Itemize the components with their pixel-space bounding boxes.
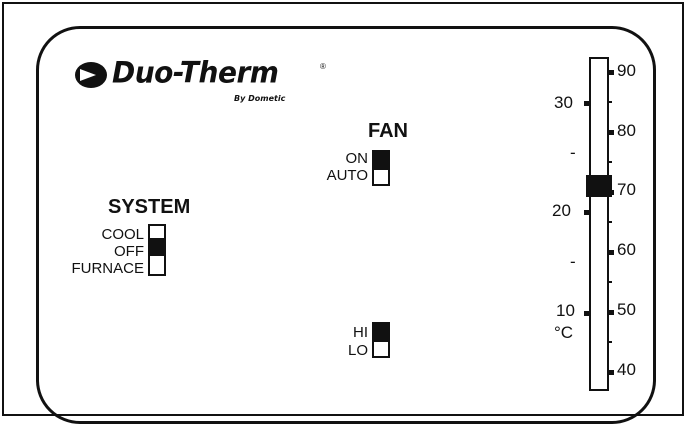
fahrenheit-label-90: 90 <box>617 61 636 80</box>
fahrenheit-tick-55 <box>608 281 612 283</box>
fahrenheit-tick-80 <box>608 130 614 135</box>
fahrenheit-tick-50 <box>608 310 614 315</box>
fahrenheit-tick-65 <box>608 221 612 223</box>
celsius-label-10: 10 <box>556 301 575 320</box>
fahrenheit-label-70: 70 <box>617 180 636 199</box>
celsius-label-dash-upper: - <box>570 143 576 162</box>
fahrenheit-tick-60 <box>608 250 614 255</box>
temperature-set-lever[interactable] <box>586 175 612 197</box>
celsius-unit-label: °C <box>554 323 574 342</box>
temperature-scale <box>584 57 614 391</box>
fahrenheit-tick-75 <box>608 161 612 163</box>
fahrenheit-label-60: 60 <box>617 240 636 259</box>
fahrenheit-tick-90 <box>608 70 614 75</box>
celsius-tick-10 <box>584 311 590 316</box>
fahrenheit-tick-45 <box>608 341 612 343</box>
thermometer-tube <box>589 57 609 391</box>
fahrenheit-tick-85 <box>608 101 612 103</box>
celsius-label-30: 30 <box>554 93 573 112</box>
fahrenheit-tick-40 <box>608 370 614 375</box>
celsius-label-dash-lower: - <box>570 252 576 271</box>
celsius-tick-20 <box>584 210 590 215</box>
celsius-label-20: 20 <box>552 201 571 220</box>
celsius-tick-30 <box>584 101 590 106</box>
fahrenheit-label-80: 80 <box>617 121 636 140</box>
fahrenheit-label-40: 40 <box>617 360 636 379</box>
fahrenheit-label-50: 50 <box>617 300 636 319</box>
